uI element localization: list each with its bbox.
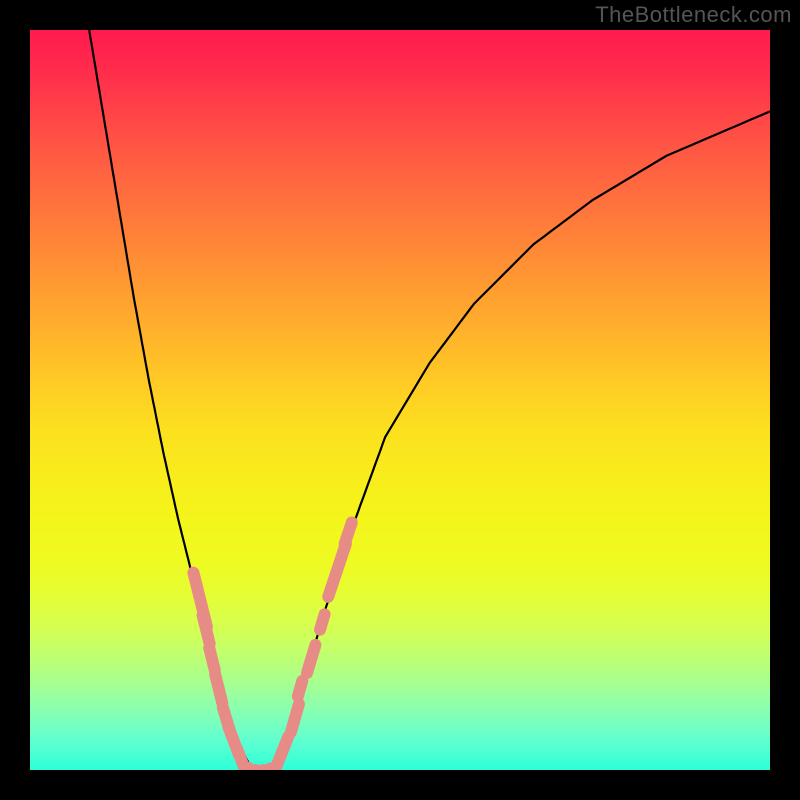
right-curve (274, 111, 770, 770)
chart-root: TheBottleneck.com (0, 0, 800, 800)
plot-area (30, 30, 770, 770)
data-markers (186, 515, 359, 770)
chart-svg (30, 30, 770, 770)
left-curve (89, 30, 252, 770)
watermark-text: TheBottleneck.com (595, 2, 792, 28)
